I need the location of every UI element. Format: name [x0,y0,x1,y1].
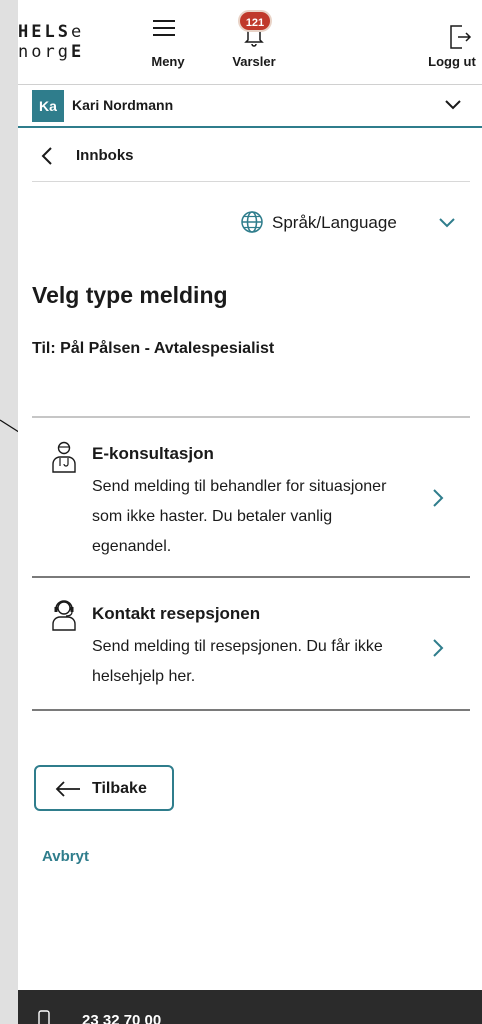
divider [32,709,470,711]
user-selector[interactable]: Ka Kari Nordmann [18,84,482,128]
mobile-page: HELSe norgE Meny 121 Varsler Logg ut Ka … [18,0,482,1024]
inbox-label: Innboks [76,147,134,164]
avatar: Ka [32,90,64,122]
chevron-right-icon [433,489,444,507]
phone-icon [38,1010,50,1024]
footer-phone[interactable]: 23 32 70 00 [82,1012,161,1024]
page-title: Velg type melding [32,282,228,308]
option-description: Send melding til resepsjonen. Du får ikk… [92,638,383,685]
chevron-right-icon [433,639,444,657]
globe-icon [241,211,263,233]
arrow-left-icon [55,781,80,797]
language-label: Språk/Language [272,213,397,232]
option-title: E-konsultasjon [92,444,214,463]
helsenorge-logo[interactable]: HELSe norgE [18,22,136,62]
cancel-link[interactable]: Avbryt [42,848,89,865]
notifications-button[interactable]: 121 Varsler [218,10,290,76]
menu-button[interactable]: Meny [140,10,196,76]
logout-icon [450,25,472,49]
menu-label: Meny [151,54,185,69]
back-button-label: Tilbake [92,780,147,797]
chevron-down-icon [445,100,461,110]
chevron-left-icon [41,147,52,165]
option-description: Send melding til behandler for situasjon… [92,478,387,555]
back-to-inbox-link[interactable]: Innboks [32,136,470,182]
notifications-label: Varsler [232,54,276,69]
user-name: Kari Nordmann [72,97,174,113]
back-button[interactable]: Tilbake [34,765,174,811]
doctor-icon [52,441,76,473]
option-kontakt-resepsjonen[interactable]: Kontakt resepsjonen Send melding til res… [32,576,470,712]
option-e-konsultasjon[interactable]: E-konsultasjon Send melding til behandle… [32,416,470,578]
chevron-down-icon [439,218,455,228]
hamburger-icon [153,20,175,36]
receptionist-icon [52,600,76,631]
language-selector[interactable]: Språk/Language [240,206,472,238]
notification-count-badge: 121 [238,10,272,32]
logout-label: Logg ut [428,54,476,69]
logout-button[interactable]: Logg ut [422,10,482,76]
top-header: HELSe norgE Meny 121 Varsler Logg ut [18,0,482,82]
option-title: Kontakt resepsjonen [92,604,261,623]
footer: 23 32 70 00 [18,990,482,1024]
recipient-label: Til: Pål Pålsen - Avtalespesialist [32,340,275,357]
